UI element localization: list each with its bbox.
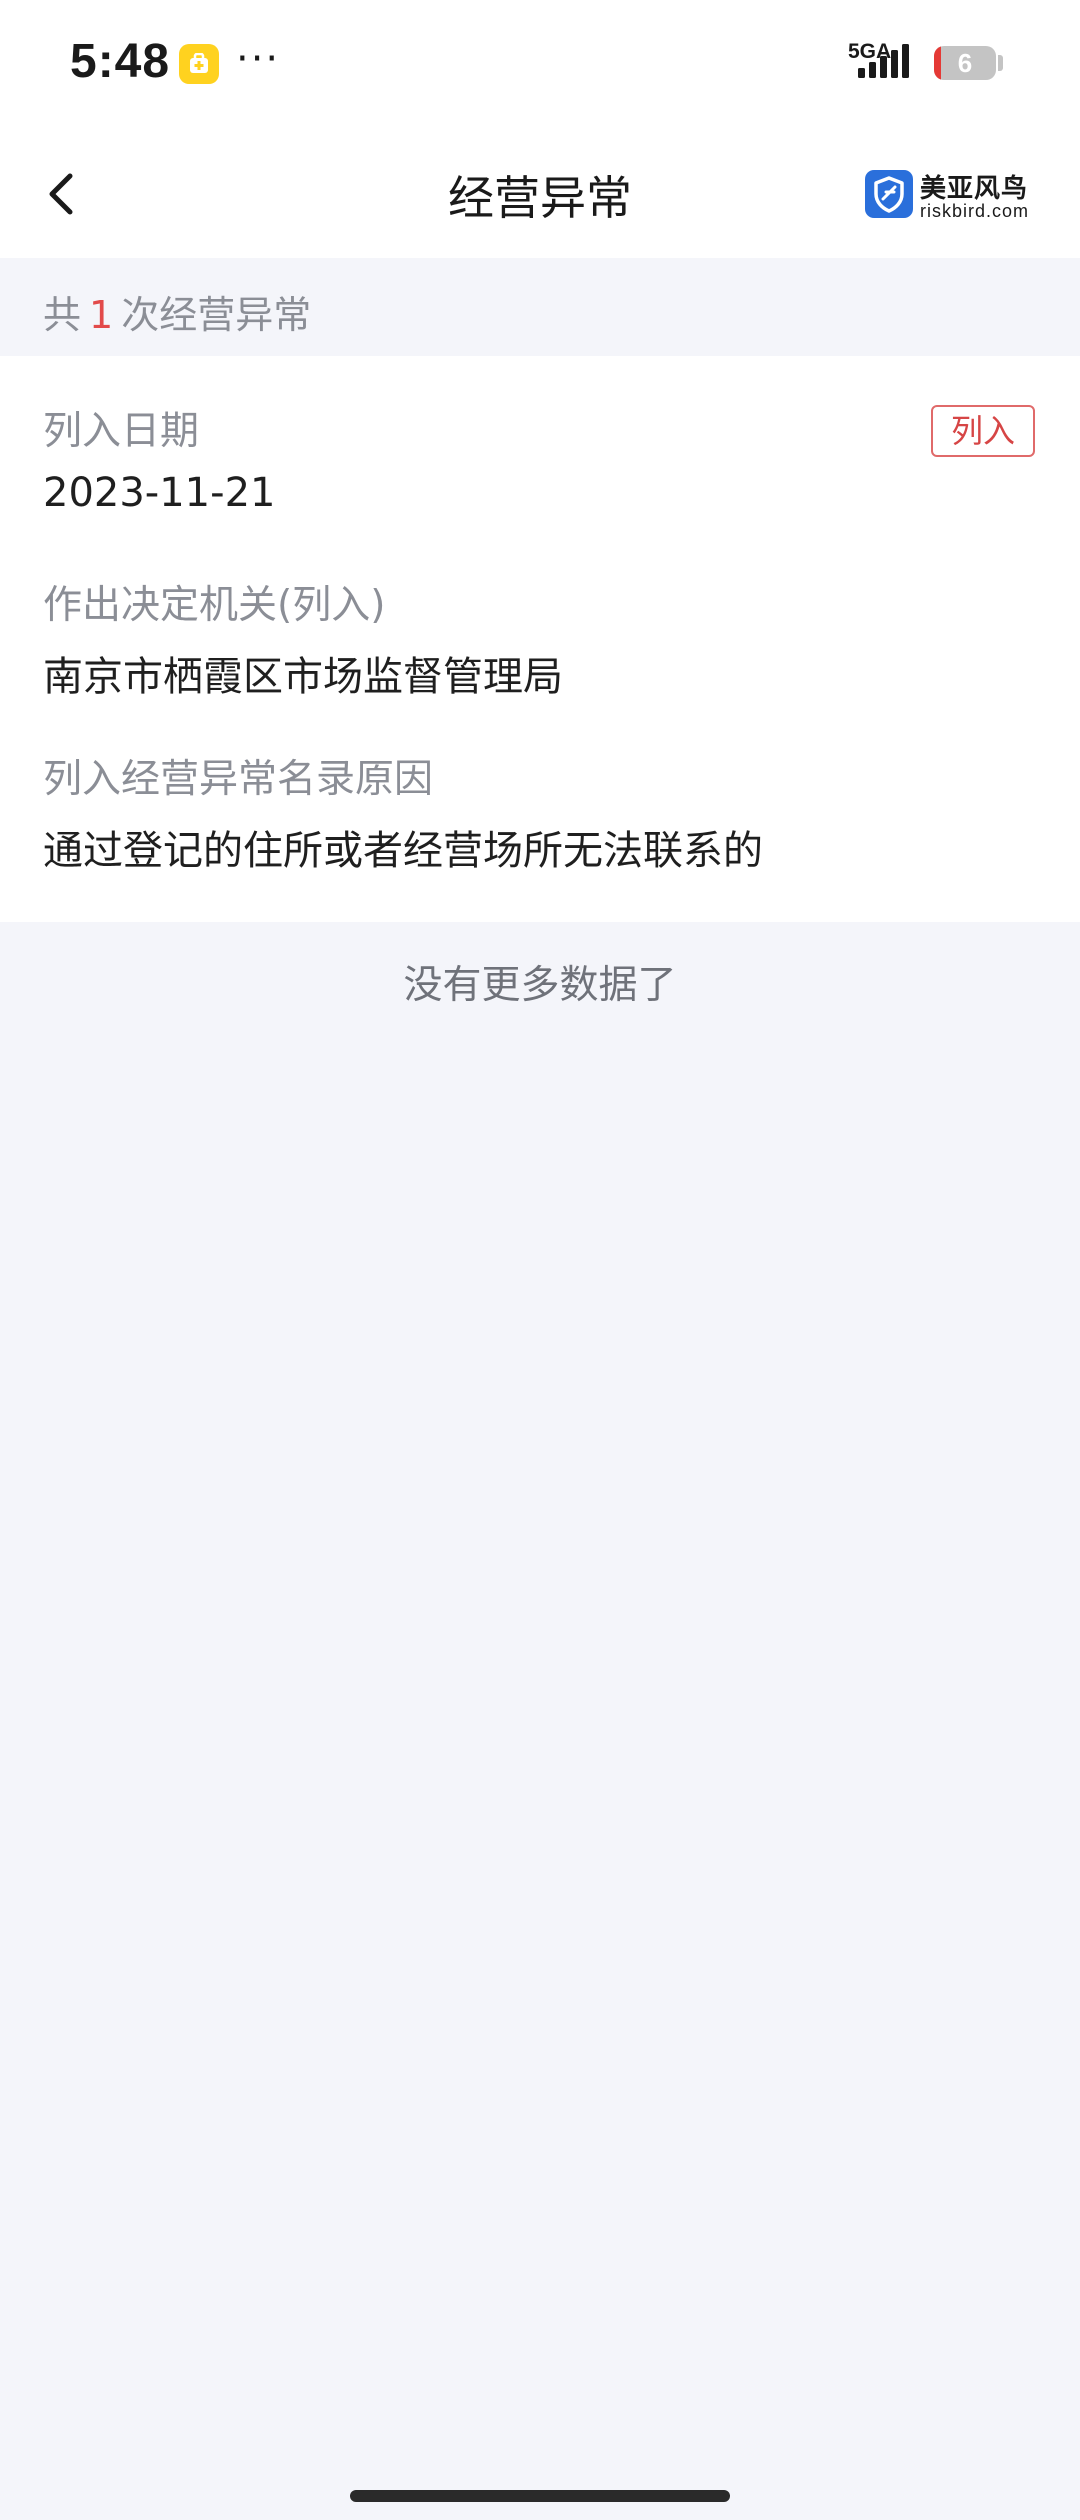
summary-suffix: 次经营异常 xyxy=(121,293,312,337)
home-indicator[interactable] xyxy=(350,2490,730,2502)
battery-icon: 6 xyxy=(934,46,996,80)
field-value-authority: 南京市栖霞区市场监督管理局 xyxy=(43,654,563,700)
status-badge: 列入 xyxy=(931,405,1035,457)
signal-icon xyxy=(858,44,909,78)
field-label-authority: 作出决定机关(列入) xyxy=(43,583,386,628)
more-notifications-indicator: ··· xyxy=(236,36,281,82)
no-more-data-text: 没有更多数据了 xyxy=(403,963,677,1008)
field-value-reason: 通过登记的住所或者经营场所无法联系的 xyxy=(43,828,763,874)
battery-cap xyxy=(998,55,1003,71)
battery-level: 6 xyxy=(957,48,973,78)
summary-prefix: 共 xyxy=(43,293,82,337)
summary-count: 1 xyxy=(89,293,114,337)
field-label-reason: 列入经营异常名录原因 xyxy=(43,757,434,802)
brand-logo[interactable]: 美亚风鸟 riskbird.com xyxy=(862,166,1062,222)
record-card: 列入日期 列入 2023-11-21 作出决定机关(列入) 南京市栖霞区市场监督… xyxy=(0,356,1080,922)
app-notification-icon xyxy=(179,44,219,84)
field-value-date: 2023-11-21 xyxy=(43,470,276,516)
summary-bar: 共 1 次经营异常 xyxy=(0,258,1080,356)
nav-bar: 经营异常 美亚风鸟 riskbird.com xyxy=(0,130,1080,258)
summary-text: 共 1 次经营异常 xyxy=(43,284,311,339)
status-time: 5:48 xyxy=(70,35,171,88)
brand-name: 美亚风鸟 xyxy=(920,174,1029,204)
brand-domain: riskbird.com xyxy=(920,201,1030,221)
field-label-date: 列入日期 xyxy=(43,409,200,454)
shield-icon xyxy=(865,170,913,218)
status-bar: 5:48 ··· 5GA 6 xyxy=(0,0,1080,130)
